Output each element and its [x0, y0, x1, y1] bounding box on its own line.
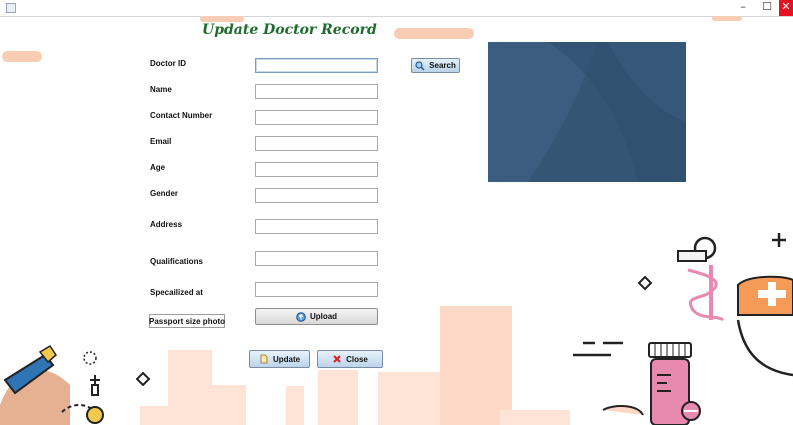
contact-number-label: Contact Number — [150, 111, 213, 120]
decor-diamond-left — [136, 372, 150, 386]
qualifications-input[interactable] — [255, 251, 378, 266]
close-icon — [332, 354, 342, 364]
search-button-label: Search — [429, 61, 456, 70]
doctor-photo-panel — [488, 42, 686, 182]
address-label: Address — [150, 220, 183, 229]
decor-bar — [500, 410, 570, 425]
update-button[interactable]: Update — [249, 350, 310, 368]
decor-medical-illustration-left — [0, 344, 104, 425]
specialized-at-input[interactable] — [255, 282, 378, 297]
close-button-label: Close — [346, 354, 368, 364]
decor-bar — [318, 370, 358, 425]
app-icon — [6, 3, 16, 13]
email-label: Email — [150, 137, 172, 146]
name-input[interactable] — [255, 84, 378, 99]
decor-bar — [286, 386, 304, 425]
upload-button-label: Upload — [309, 312, 338, 321]
qualifications-label: Qualifications — [150, 257, 203, 266]
decor-pill-left — [2, 51, 42, 62]
photo-panel-background — [488, 42, 686, 182]
update-button-label: Update — [272, 354, 301, 364]
doctor-id-label: Doctor ID — [150, 59, 186, 68]
age-label: Age — [150, 163, 166, 172]
document-icon — [259, 354, 269, 364]
specialized-at-label: Specailized at — [150, 288, 203, 297]
name-label: Name — [150, 85, 172, 94]
upload-button[interactable]: Upload — [255, 308, 378, 325]
decor-bar — [210, 385, 246, 425]
page-title: Update Doctor Record — [202, 22, 377, 38]
passport-photo-label: Passport size photo — [149, 314, 225, 328]
decor-bar — [440, 306, 512, 425]
minimize-button[interactable]: – — [731, 0, 755, 16]
address-input[interactable] — [255, 219, 378, 234]
gender-label: Gender — [150, 189, 179, 198]
decor-medical-illustration-right — [573, 233, 793, 425]
close-button[interactable]: Close — [317, 350, 383, 368]
contact-number-input[interactable] — [255, 110, 378, 125]
doctor-id-input[interactable] — [255, 58, 378, 73]
upload-icon — [296, 311, 306, 322]
email-input[interactable] — [255, 136, 378, 151]
gender-input[interactable] — [255, 188, 378, 203]
window-titlebar: – ☐ ✕ — [0, 0, 793, 16]
age-input[interactable] — [255, 162, 378, 177]
decor-bar — [378, 372, 442, 425]
decor-pill-center — [394, 28, 474, 39]
decor-pill-right — [712, 16, 742, 21]
search-button[interactable]: Search — [411, 58, 460, 73]
search-icon — [415, 60, 425, 71]
close-window-button[interactable]: ✕ — [779, 0, 793, 16]
decor-bar — [168, 350, 212, 425]
maximize-button[interactable]: ☐ — [755, 0, 779, 16]
